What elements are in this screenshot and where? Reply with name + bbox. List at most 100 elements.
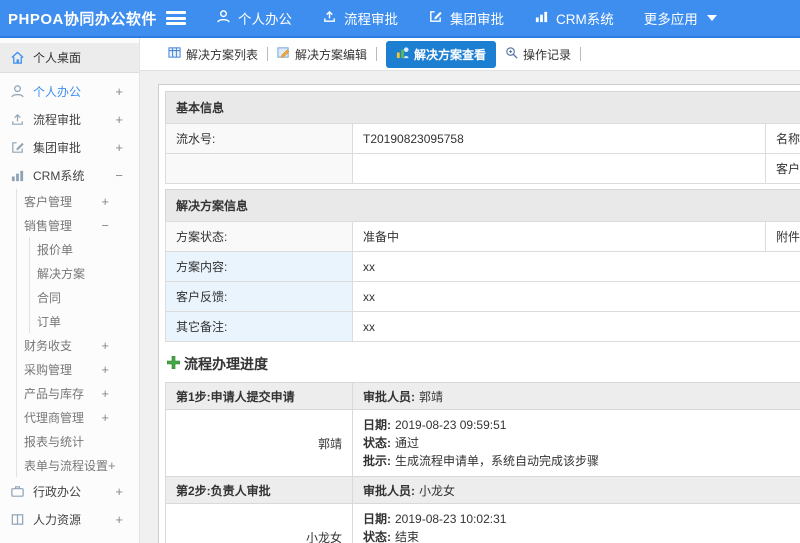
sidebar-item-label: 集团审批 — [33, 140, 82, 155]
sidebar-item-label: 销售管理 — [24, 218, 73, 233]
expand-toggle[interactable]: + — [101, 386, 109, 401]
expand-toggle[interactable]: + — [101, 362, 109, 377]
expand-toggle[interactable]: + — [101, 410, 109, 425]
sidebar-item-label: 报表与统计 — [24, 434, 85, 449]
sidebar-item-agent-mgmt[interactable]: 代理商管理 + — [17, 405, 139, 429]
tab-label: 解决方案查看 — [414, 47, 487, 62]
handler-name: 郭靖 — [165, 409, 353, 477]
search-plus-icon — [505, 46, 518, 62]
date-value: 2019-08-23 10:02:31 — [395, 512, 507, 526]
field-label: 其它备注: — [165, 311, 353, 342]
sidebar-item-products-inventory[interactable]: 产品与库存 + — [17, 381, 139, 405]
progress-table: 第1步:申请人提交申请 审批人员: 郭靖 郭靖 日期: 2019-08-23 09:… — [165, 382, 800, 543]
top-navigation: 个人办公 流程审批 集团审批 CRM系统 更多应用 — [216, 8, 717, 28]
sidebar-item-label: 合同 — [37, 290, 62, 305]
sidebar-item-finance[interactable]: 财务收支 + — [17, 333, 139, 357]
topbar: PHPOA协同办公软件 个人办公 流程审批 集团审批 CRM系统 更多应用 — [0, 0, 800, 38]
comment-value: 生成流程申请单，系统自动完成该步骤 — [395, 454, 600, 468]
step-approver: 审批人员: 小龙女 — [352, 476, 800, 504]
sidebar-item-human-resources[interactable]: 人力资源 + — [0, 505, 139, 533]
sidebar-item-group-approval[interactable]: 集团审批 + — [0, 133, 139, 161]
step-label: 第1步:申请人提交申请 — [165, 382, 353, 410]
topnav-more-apps[interactable]: 更多应用 — [644, 8, 717, 28]
hamburger-menu-icon[interactable] — [166, 11, 186, 25]
sidebar-item-sales-mgmt[interactable]: 销售管理 − — [17, 213, 139, 237]
expand-toggle[interactable]: + — [115, 512, 123, 527]
topnav-personal-office[interactable]: 个人办公 — [216, 8, 292, 28]
expand-toggle[interactable]: + — [115, 140, 123, 155]
field-value: xx — [352, 311, 800, 342]
sidebar-item-order[interactable]: 订单 — [30, 309, 139, 333]
list-icon — [168, 46, 181, 62]
topnav-group-approval[interactable]: 集团审批 — [428, 8, 504, 28]
edit-doc-icon — [277, 46, 290, 62]
edit-icon — [10, 140, 25, 155]
expand-toggle[interactable]: + — [101, 338, 109, 353]
tab-solution-list[interactable]: 解决方案列表 — [168, 46, 258, 63]
chart-icon — [10, 168, 25, 183]
step-approver: 审批人员: 郭靖 — [352, 382, 800, 410]
status-value: 结束 — [395, 530, 420, 543]
tab-operation-log[interactable]: 操作记录 — [505, 46, 571, 63]
topnav-workflow-approval[interactable]: 流程审批 — [322, 8, 398, 28]
step-detail: 日期:2019-08-23 10:02:31 状态:结束 批示:通过 — [352, 503, 800, 543]
sidebar-item-form-flow-settings[interactable]: 表单与流程设置 + — [17, 453, 139, 477]
sidebar-item-workflow-approval[interactable]: 流程审批 + — [0, 105, 139, 133]
sidebar-item-contract[interactable]: 合同 — [30, 285, 139, 309]
table-row: 第2步:负责人审批 审批人员: 小龙女 — [165, 476, 800, 504]
field-label: 流水号: — [165, 123, 353, 154]
progress-title-label: 流程办理进度 — [184, 356, 268, 372]
date-value: 2019-08-23 09:59:51 — [395, 418, 507, 432]
collapse-toggle[interactable]: − — [115, 168, 123, 183]
topnav-crm-system[interactable]: CRM系统 — [534, 8, 614, 28]
sidebar-item-label: 财务收支 — [24, 338, 73, 353]
topnav-label: 流程审批 — [344, 12, 398, 27]
flow-icon — [322, 9, 337, 27]
status-value: 通过 — [395, 436, 420, 450]
sidebar-item-reports-stats[interactable]: 报表与统计 — [17, 429, 139, 453]
expand-toggle[interactable]: + — [115, 84, 123, 99]
sales-submenu: 报价单 解决方案 合同 订单 — [29, 237, 139, 333]
tab-label: 解决方案列表 — [186, 47, 259, 62]
section-header-basic-info: 基本信息 — [165, 91, 800, 124]
sidebar-item-label: 产品与库存 — [24, 386, 85, 401]
date-label: 日期: — [363, 512, 391, 526]
person-icon — [10, 84, 25, 99]
expand-toggle[interactable]: + — [108, 458, 116, 473]
table-row: 客户 — [165, 153, 800, 184]
sidebar-item-customer-mgmt[interactable]: 客户管理 + — [17, 189, 139, 213]
field-label: 附件 — [765, 221, 800, 252]
sidebar-item-label: CRM系统 — [33, 168, 85, 183]
sidebar-item-label: 客户管理 — [24, 194, 73, 209]
tab-label: 操作记录 — [523, 47, 572, 62]
sidebar-item-label: 人力资源 — [33, 512, 82, 527]
field-value: xx — [352, 251, 800, 282]
basic-info-table: 流水号: T20190823095758 名称 客户 — [165, 123, 800, 184]
expand-toggle[interactable]: + — [115, 112, 123, 127]
sidebar-item-personal-office[interactable]: 个人办公 + — [0, 77, 139, 105]
sidebar-item-label: 流程审批 — [33, 112, 82, 127]
approver-name: 郭靖 — [419, 389, 444, 404]
sidebar: 个人桌面 个人办公 + 流程审批 + 集团审批 + CRM系统 − 客户管理 +… — [0, 38, 140, 543]
sidebar-item-solution[interactable]: 解决方案 — [30, 261, 139, 285]
edit-icon — [428, 9, 443, 27]
sidebar-item-crm-system[interactable]: CRM系统 − — [0, 161, 139, 189]
comment-label: 批示: — [363, 454, 391, 468]
plus-icon — [166, 355, 181, 372]
sidebar-item-label: 个人办公 — [33, 84, 82, 99]
sidebar-item-admin-office[interactable]: 行政办公 + — [0, 477, 139, 505]
expand-toggle[interactable]: + — [101, 194, 109, 209]
sidebar-item-procurement[interactable]: 采购管理 + — [17, 357, 139, 381]
sidebar-item-quotation[interactable]: 报价单 — [30, 237, 139, 261]
table-row: 其它备注: xx — [165, 311, 800, 342]
person-icon — [216, 9, 231, 27]
approver-label: 审批人员: — [363, 483, 415, 498]
topnav-label: 个人办公 — [238, 12, 292, 27]
collapse-toggle[interactable]: − — [101, 218, 109, 233]
sidebar-item-label: 订单 — [37, 314, 62, 329]
tab-solution-edit[interactable]: 解决方案编辑 — [277, 46, 367, 63]
expand-toggle[interactable]: + — [115, 484, 123, 499]
field-value: xx — [352, 281, 800, 312]
sidebar-item-desktop[interactable]: 个人桌面 — [0, 43, 139, 73]
tab-solution-view[interactable]: 解决方案查看 — [386, 40, 497, 68]
